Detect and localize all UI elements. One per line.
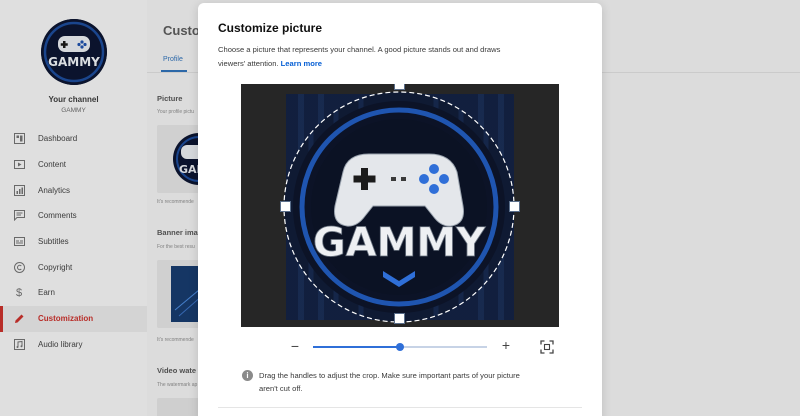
picture-logo-text: GAMMY [313, 220, 486, 266]
zoom-slider[interactable] [313, 343, 487, 351]
info-icon: i [242, 370, 253, 381]
zoom-out-button[interactable]: − [289, 338, 301, 354]
crop-hint-text: Drag the handles to adjust the crop. Mak… [259, 371, 520, 393]
crop-handle-top[interactable] [394, 84, 405, 90]
crop-area[interactable]: GAMMY [241, 84, 559, 327]
dialog-footer-divider [218, 407, 582, 408]
zoom-slider-fill [313, 346, 400, 348]
zoom-controls: − + [198, 337, 602, 357]
dialog-description-text: Choose a picture that represents your ch… [218, 45, 501, 68]
dialog-description: Choose a picture that represents your ch… [218, 43, 528, 71]
learn-more-link[interactable]: Learn more [281, 59, 322, 68]
crop-hint: i Drag the handles to adjust the crop. M… [242, 369, 542, 395]
crop-handle-bottom[interactable] [394, 313, 405, 324]
zoom-in-button[interactable]: + [500, 337, 512, 353]
fit-to-frame-icon[interactable] [540, 340, 554, 354]
crop-handle-left[interactable] [280, 201, 291, 212]
crop-handle-right[interactable] [509, 201, 520, 212]
zoom-slider-thumb[interactable] [396, 343, 404, 351]
customize-picture-dialog: Customize picture Choose a picture that … [198, 3, 602, 416]
dialog-title: Customize picture [218, 21, 323, 35]
